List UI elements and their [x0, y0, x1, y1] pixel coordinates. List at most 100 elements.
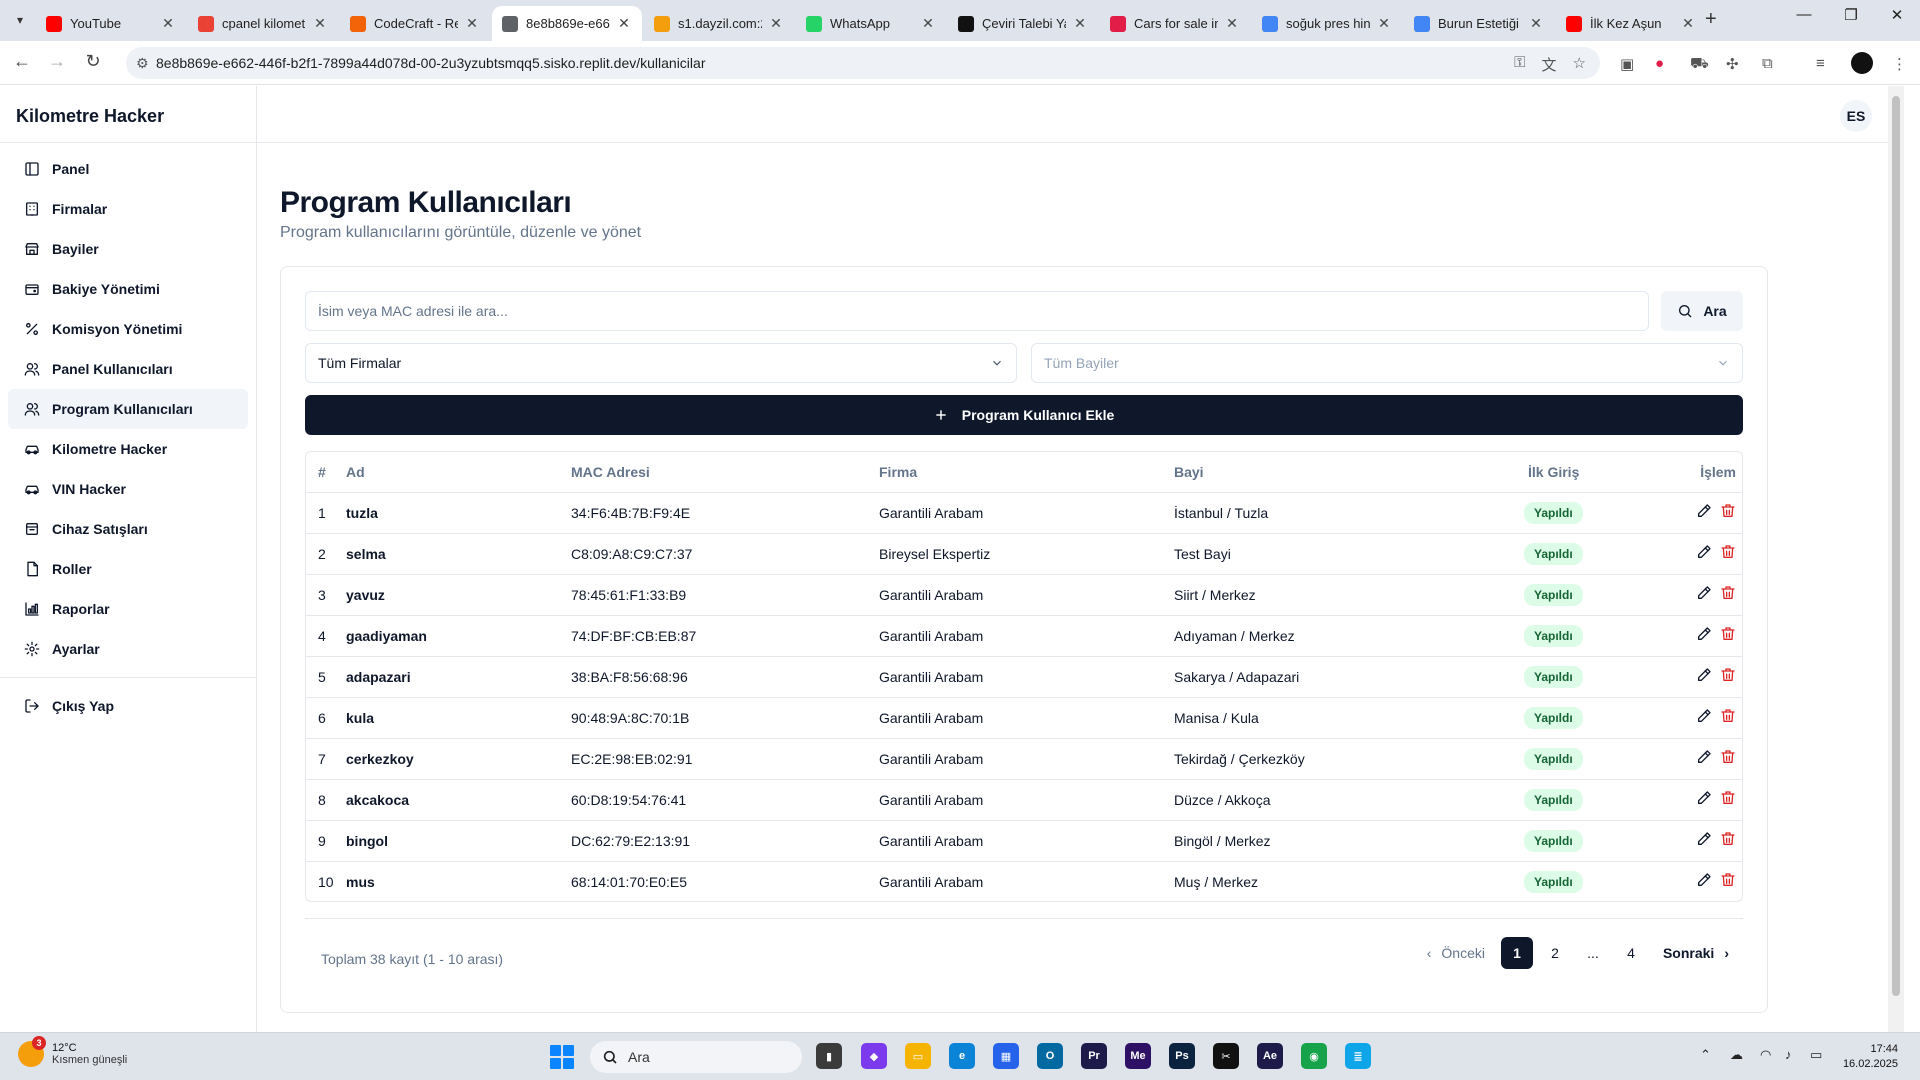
tray-chevron-icon[interactable]: ⌃: [1700, 1047, 1711, 1063]
forward-button[interactable]: →: [45, 51, 69, 72]
bookmark-star-icon[interactable]: ☆: [1573, 54, 1586, 75]
close-window-button[interactable]: ✕: [1874, 6, 1920, 24]
restore-button[interactable]: ❐: [1828, 6, 1874, 24]
edit-pencil-icon[interactable]: [1696, 585, 1712, 601]
delete-trash-icon[interactable]: [1720, 831, 1736, 847]
taskbar-search[interactable]: Ara: [590, 1041, 802, 1073]
close-tab-icon[interactable]: ✕: [1224, 15, 1240, 32]
close-tab-icon[interactable]: ✕: [160, 15, 176, 32]
close-tab-icon[interactable]: ✕: [464, 15, 480, 32]
browser-tab[interactable]: Çeviri Talebi Ya ✕: [948, 6, 1098, 41]
sidebar-item-raporlar[interactable]: Raporlar: [8, 589, 248, 629]
notepad-icon[interactable]: ≣: [1345, 1043, 1371, 1069]
search-button[interactable]: Ara: [1661, 291, 1743, 331]
file-explorer-icon[interactable]: ▭: [905, 1043, 931, 1069]
sidebar-item-program-kullan-c-lar-[interactable]: Program Kullanıcıları: [8, 389, 248, 429]
edit-pencil-icon[interactable]: [1696, 708, 1712, 724]
browser-tab[interactable]: Burun Estetiği ✕: [1404, 6, 1554, 41]
reload-button[interactable]: ↻: [81, 51, 105, 72]
browser-tab[interactable]: WhatsApp ✕: [796, 6, 946, 41]
delete-trash-icon[interactable]: [1720, 626, 1736, 642]
new-tab-button[interactable]: +: [1705, 8, 1717, 31]
page-button[interactable]: 1: [1500, 937, 1533, 969]
profile-avatar[interactable]: [1851, 52, 1873, 74]
close-tab-icon[interactable]: ✕: [312, 15, 328, 32]
close-tab-icon[interactable]: ✕: [1376, 15, 1392, 32]
browser-tab[interactable]: YouTube ✕: [36, 6, 186, 41]
sidebar-item-roller[interactable]: Roller: [8, 549, 248, 589]
site-info-icon[interactable]: ⚙: [136, 55, 149, 72]
add-program-user-button[interactable]: Program Kullanıcı Ekle: [305, 395, 1743, 435]
edit-pencil-icon[interactable]: [1696, 626, 1712, 642]
onedrive-icon[interactable]: ☁: [1730, 1047, 1743, 1063]
delete-trash-icon[interactable]: [1720, 544, 1736, 560]
browser-tab[interactable]: Cars for sale in ✕: [1100, 6, 1250, 41]
media-encoder-icon[interactable]: Me: [1125, 1043, 1151, 1069]
edit-pencil-icon[interactable]: [1696, 749, 1712, 765]
edit-pencil-icon[interactable]: [1696, 667, 1712, 683]
sidebar-item-cihaz-sat-lar-[interactable]: Cihaz Satışları: [8, 509, 248, 549]
premiere-icon[interactable]: Pr: [1081, 1043, 1107, 1069]
puzzle-extension-icon[interactable]: ✣: [1726, 55, 1739, 73]
edit-pencil-icon[interactable]: [1696, 790, 1712, 806]
logout-button[interactable]: Çıkış Yap: [8, 686, 248, 726]
close-tab-icon[interactable]: ✕: [920, 15, 936, 32]
sidebar-item-firmalar[interactable]: Firmalar: [8, 189, 248, 229]
sidebar-item-komisyon-y-netimi[interactable]: Komisyon Yönetimi: [8, 309, 248, 349]
scrollbar-thumb[interactable]: [1892, 96, 1900, 996]
battery-icon[interactable]: ▭: [1810, 1047, 1822, 1063]
search-input[interactable]: [305, 291, 1649, 331]
outlook-icon[interactable]: O: [1037, 1043, 1063, 1069]
weather-widget[interactable]: 3 12°C Kısmen güneşli: [18, 1036, 127, 1067]
store-icon[interactable]: ▦: [993, 1043, 1019, 1069]
close-tab-icon[interactable]: ✕: [616, 15, 632, 32]
after-effects-icon[interactable]: Ae: [1257, 1043, 1283, 1069]
back-button[interactable]: ←: [10, 51, 34, 72]
browser-tab[interactable]: CodeCraft - Re ✕: [340, 6, 490, 41]
delete-trash-icon[interactable]: [1720, 585, 1736, 601]
browser-tab[interactable]: İlk Kez Aşun ✕: [1556, 6, 1706, 41]
delete-trash-icon[interactable]: [1720, 503, 1736, 519]
previous-page-button[interactable]: ‹ Önceki: [1417, 937, 1495, 969]
photoshop-icon[interactable]: Ps: [1169, 1043, 1195, 1069]
edit-pencil-icon[interactable]: [1696, 872, 1712, 888]
delete-trash-icon[interactable]: [1720, 872, 1736, 888]
system-clock[interactable]: 17:44 16.02.2025: [1843, 1042, 1898, 1072]
close-tab-icon[interactable]: ✕: [768, 15, 784, 32]
sidebar-item-vin-hacker[interactable]: VIN Hacker: [8, 469, 248, 509]
page-button[interactable]: 2: [1539, 937, 1571, 969]
media-control-icon[interactable]: ≡: [1816, 55, 1825, 72]
extensions-menu-icon[interactable]: ⧉: [1762, 55, 1773, 72]
close-tab-icon[interactable]: ✕: [1680, 15, 1696, 32]
browser-tab[interactable]: s1.dayzil.com:2 ✕: [644, 6, 794, 41]
password-key-icon[interactable]: ⚿: [1514, 54, 1525, 75]
browser-menu-icon[interactable]: ⋮: [1892, 55, 1907, 73]
chrome-icon[interactable]: ◉: [1301, 1043, 1327, 1069]
start-button[interactable]: [550, 1045, 574, 1069]
edge-icon[interactable]: e: [949, 1043, 975, 1069]
sidebar-item-bakiye-y-netimi[interactable]: Bakiye Yönetimi: [8, 269, 248, 309]
browser-tab[interactable]: cpanel kilomet ✕: [188, 6, 338, 41]
browser-tab[interactable]: soğuk pres hin ✕: [1252, 6, 1402, 41]
wifi-icon[interactable]: ◠: [1760, 1047, 1771, 1063]
tab-search-dropdown-icon[interactable]: ▾: [8, 8, 32, 32]
bayi-select[interactable]: Tüm Bayiler: [1031, 343, 1743, 383]
opera-extension-icon[interactable]: ●: [1655, 55, 1664, 72]
edit-pencil-icon[interactable]: [1696, 544, 1712, 560]
delete-trash-icon[interactable]: [1720, 708, 1736, 724]
copilot-icon[interactable]: ◆: [861, 1043, 887, 1069]
edit-pencil-icon[interactable]: [1696, 831, 1712, 847]
capcut-icon[interactable]: ✂: [1213, 1043, 1239, 1069]
next-page-button[interactable]: Sonraki ›: [1653, 937, 1739, 969]
minimize-button[interactable]: —: [1781, 6, 1827, 23]
delete-trash-icon[interactable]: [1720, 667, 1736, 683]
translate-icon[interactable]: 文: [1542, 54, 1557, 75]
sidebar-item-ayarlar[interactable]: Ayarlar: [8, 629, 248, 669]
browser-tab[interactable]: 8e8b869e-e66 ✕: [492, 6, 642, 41]
page-button[interactable]: 4: [1615, 937, 1647, 969]
user-avatar[interactable]: ES: [1840, 100, 1872, 132]
close-tab-icon[interactable]: ✕: [1528, 15, 1544, 32]
firma-select[interactable]: Tüm Firmalar: [305, 343, 1017, 383]
volume-icon[interactable]: ♪: [1785, 1047, 1792, 1062]
delete-trash-icon[interactable]: [1720, 749, 1736, 765]
